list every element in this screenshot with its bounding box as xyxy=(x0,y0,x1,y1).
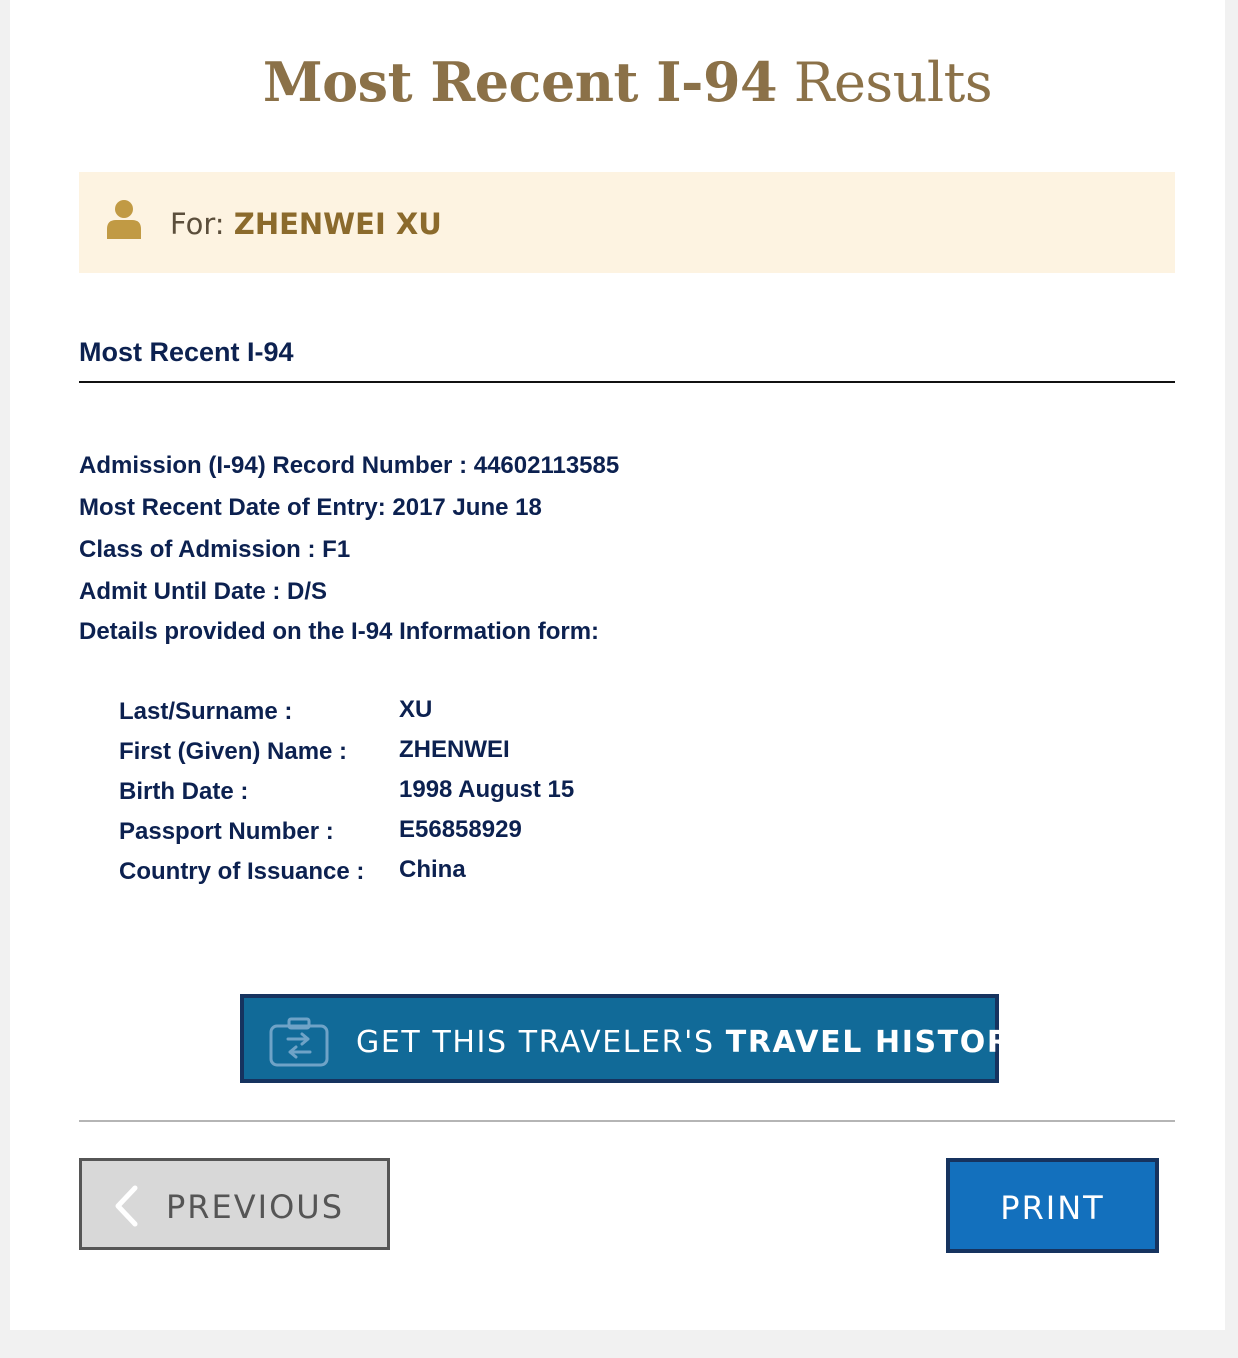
page-title: Most Recent I-94 Results xyxy=(10,50,1238,114)
section-divider xyxy=(79,381,1175,383)
detail-label-birth-date: Birth Date : xyxy=(119,778,249,805)
suitcase-icon xyxy=(269,1017,329,1067)
for-prefix: For: xyxy=(170,207,225,241)
detail-label-given-name: First (Given) Name : xyxy=(119,738,348,765)
details-intro: Details provided on the I-94 Information… xyxy=(79,618,600,645)
admission-record-number: Admission (I-94) Record Number : 4460211… xyxy=(79,452,620,479)
bottom-divider xyxy=(79,1120,1175,1122)
section-heading: Most Recent I-94 xyxy=(79,337,294,367)
detail-value-given-name: ZHENWEI xyxy=(399,736,510,763)
for-label: For: ZHENWEI XU xyxy=(170,207,442,241)
previous-label: PREVIOUS xyxy=(166,1188,344,1226)
travel-history-prefix: GET THIS TRAVELER'S xyxy=(356,1025,715,1060)
admit-until-date: Admit Until Date : D/S xyxy=(79,578,328,605)
person-icon xyxy=(107,200,141,239)
print-label: PRINT xyxy=(1000,1189,1105,1227)
detail-value-surname: XU xyxy=(399,696,433,723)
page-title-regular: Results xyxy=(793,51,993,114)
detail-label-surname: Last/Surname : xyxy=(119,698,293,725)
travel-history-label: GET THIS TRAVELER'S TRAVEL HISTORY xyxy=(356,1025,1033,1060)
detail-label-passport: Passport Number : xyxy=(119,818,334,845)
detail-value-country: China xyxy=(399,856,466,883)
results-card: Most Recent I-94 Results For: ZHENWEI XU… xyxy=(10,0,1225,1330)
class-of-admission: Class of Admission : F1 xyxy=(79,536,351,563)
for-banner: For: ZHENWEI XU xyxy=(79,172,1175,273)
most-recent-entry-date: Most Recent Date of Entry: 2017 June 18 xyxy=(79,494,542,521)
traveler-name: ZHENWEI XU xyxy=(233,207,442,241)
travel-history-bold: TRAVEL HISTORY xyxy=(725,1025,1034,1060)
print-button[interactable]: PRINT xyxy=(946,1158,1159,1253)
chevron-left-icon xyxy=(115,1185,138,1227)
detail-value-birth-date: 1998 August 15 xyxy=(399,776,575,803)
detail-label-country: Country of Issuance : xyxy=(119,858,365,885)
previous-button[interactable]: PREVIOUS xyxy=(79,1158,390,1250)
detail-value-passport: E56858929 xyxy=(399,816,522,843)
travel-history-button[interactable]: GET THIS TRAVELER'S TRAVEL HISTORY xyxy=(240,994,1032,1083)
page-title-bold: Most Recent I-94 xyxy=(262,50,778,114)
